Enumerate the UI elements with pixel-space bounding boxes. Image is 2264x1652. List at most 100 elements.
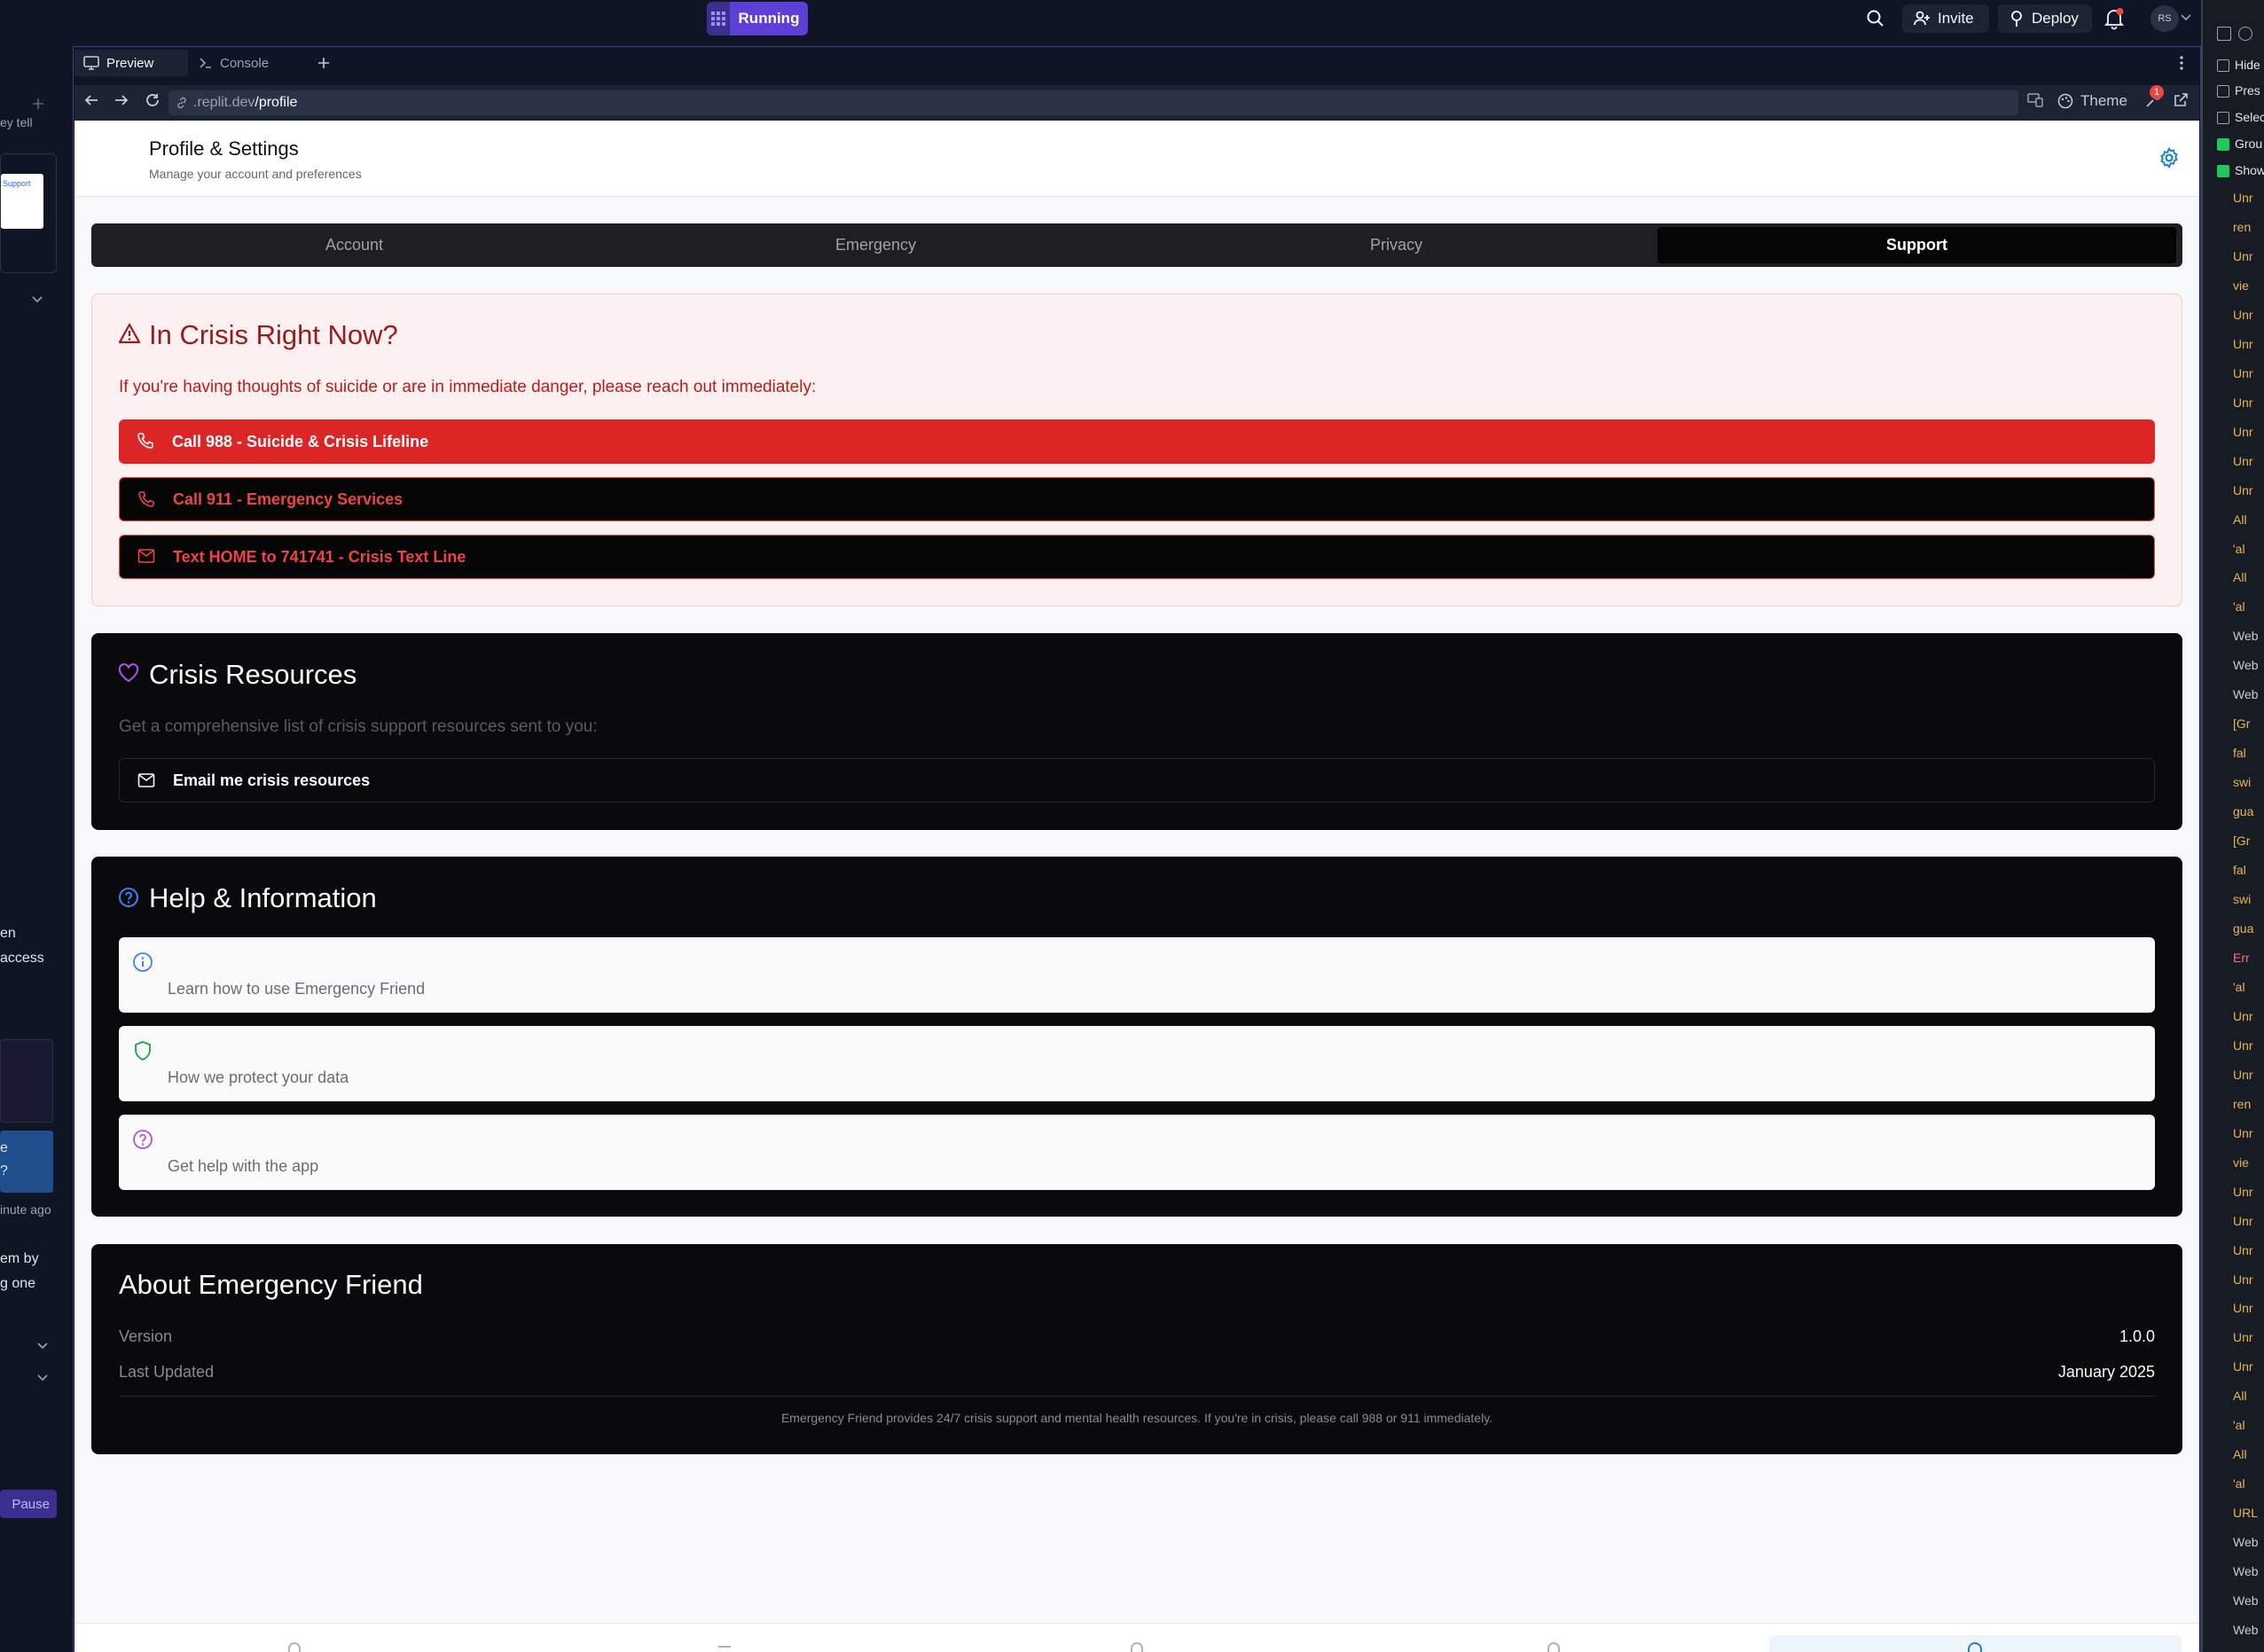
call-911-button[interactable]: Call 911 - Emergency Services bbox=[119, 477, 2155, 521]
page-subtitle: Manage your account and preferences bbox=[149, 167, 362, 181]
help-item-privacy-label: How we protect your data bbox=[168, 1069, 349, 1086]
about-row-updated: Last Updated January 2025 bbox=[119, 1363, 2155, 1382]
option-checkbox[interactable] bbox=[2217, 59, 2229, 72]
url-field[interactable]: .replit.dev/profile bbox=[168, 90, 2018, 115]
option-label: Pres bbox=[2235, 83, 2260, 98]
chat-text-d: g one bbox=[0, 1276, 36, 1291]
notifications-bell-icon[interactable] bbox=[2103, 7, 2125, 30]
back-arrow-icon[interactable] bbox=[83, 93, 99, 107]
tab-preview-label: Preview bbox=[106, 55, 154, 71]
nav-home-icon[interactable] bbox=[288, 1642, 301, 1652]
console-log-line: Unr bbox=[2233, 1301, 2253, 1316]
tab-emergency[interactable]: Emergency bbox=[616, 227, 1135, 263]
option-checkbox[interactable] bbox=[2217, 85, 2229, 98]
mail-icon bbox=[137, 548, 155, 564]
palette-icon bbox=[2057, 93, 2073, 109]
console-log-line: All bbox=[2233, 1447, 2247, 1462]
tab-privacy[interactable]: Privacy bbox=[1137, 227, 1656, 263]
console-log-line: gua bbox=[2233, 804, 2254, 819]
console-log-line: Unr bbox=[2233, 1067, 2253, 1082]
console-log-line: Unr bbox=[2233, 1330, 2253, 1345]
about-version-value: 1.0.0 bbox=[2119, 1327, 2155, 1345]
help-item-support[interactable]: Get help with the app bbox=[119, 1115, 2155, 1190]
email-resources-label: Email me crisis resources bbox=[173, 771, 371, 789]
collapse-chevron-icon[interactable] bbox=[37, 1343, 48, 1350]
console-log-line: Unr bbox=[2233, 191, 2253, 205]
preview-thumbnail: Support bbox=[1, 174, 43, 229]
tab-account[interactable]: Account bbox=[95, 227, 614, 263]
phone-icon bbox=[137, 490, 155, 508]
preview-thumbnail-card[interactable]: Support bbox=[0, 153, 57, 273]
console-log-line: 'al bbox=[2233, 979, 2245, 994]
console-log-line: All bbox=[2233, 512, 2247, 527]
text-crisis-line-label: Text HOME to 741741 - Crisis Text Line bbox=[173, 547, 466, 566]
about-version-key: Version bbox=[119, 1327, 173, 1345]
console-log-line: Web bbox=[2233, 1623, 2259, 1638]
chat-text-c: em by bbox=[0, 1251, 39, 1266]
console-log-line: Unr bbox=[2233, 336, 2253, 351]
open-external-icon[interactable] bbox=[2173, 92, 2189, 108]
settings-gear-icon[interactable] bbox=[2158, 146, 2181, 169]
search-icon[interactable] bbox=[1866, 9, 1885, 28]
tab-console[interactable]: Console bbox=[190, 50, 303, 76]
about-divider bbox=[119, 1396, 2155, 1397]
agent-sidebar bbox=[0, 37, 73, 1652]
help-item-privacy[interactable]: How we protect your data bbox=[119, 1026, 2155, 1101]
call-988-button[interactable]: Call 988 - Suicide & Crisis Lifeline bbox=[119, 419, 2155, 464]
tab-preview[interactable]: Preview bbox=[74, 50, 188, 76]
reload-icon[interactable] bbox=[145, 92, 161, 108]
expand-chevron-icon[interactable] bbox=[32, 296, 43, 303]
nav-tools-icon[interactable] bbox=[1131, 1642, 1143, 1652]
deploy-label: Deploy bbox=[2032, 10, 2079, 27]
collapse-chevron-icon[interactable] bbox=[37, 1374, 48, 1382]
console-log-line: fal bbox=[2233, 746, 2246, 761]
run-grid-icon[interactable] bbox=[707, 2, 730, 35]
nav-chat-icon[interactable] bbox=[1547, 1642, 1560, 1652]
url-path: /profile bbox=[255, 95, 298, 110]
console-log-line: All bbox=[2233, 570, 2247, 585]
url-host: .replit.dev bbox=[193, 95, 255, 110]
chevron-down-icon[interactable] bbox=[2181, 14, 2191, 21]
invite-button[interactable]: Invite bbox=[1902, 4, 1989, 33]
phone-icon bbox=[137, 432, 154, 450]
help-information-title: Help & Information bbox=[149, 882, 377, 913]
plus-icon[interactable] bbox=[32, 98, 44, 110]
help-item-guide[interactable]: Learn how to use Emergency Friend bbox=[119, 937, 2155, 1013]
console-log-line: URL bbox=[2233, 1506, 2259, 1521]
help-circle-icon bbox=[132, 1129, 153, 1150]
console-log-line: Web bbox=[2233, 1535, 2259, 1550]
console-log-line: Unr bbox=[2233, 395, 2253, 410]
more-vertical-icon[interactable] bbox=[2179, 55, 2184, 71]
tab-support[interactable]: Support bbox=[1657, 227, 2176, 263]
console-log-line: 'al bbox=[2233, 541, 2245, 556]
about-footnote: Emergency Friend provides 24/7 crisis su… bbox=[780, 1411, 1493, 1425]
avatar[interactable]: RS bbox=[2150, 5, 2179, 32]
crisis-title: In Crisis Right Now? bbox=[149, 319, 398, 350]
deploy-button[interactable]: Deploy bbox=[1998, 4, 2092, 33]
pause-button[interactable]: Pause bbox=[0, 1490, 57, 1518]
sidebar-toggle-icon[interactable] bbox=[2217, 27, 2231, 41]
console-log: Unr ren Unr vie Unr Unr Unr Unr Unr Unr Unr All 'al A… bbox=[2217, 191, 2264, 1652]
option-checkbox[interactable] bbox=[2217, 112, 2229, 124]
call-988-label: Call 988 - Suicide & Crisis Lifeline bbox=[172, 432, 429, 450]
nav-settings-icon[interactable] bbox=[1968, 1642, 1982, 1652]
screenshot-thumbnail[interactable] bbox=[0, 1039, 53, 1123]
theme-button[interactable]: Theme bbox=[2057, 90, 2127, 113]
running-button[interactable]: Running bbox=[730, 2, 808, 35]
email-resources-button[interactable]: Email me crisis resources bbox=[119, 758, 2155, 803]
console-log-line: ren bbox=[2233, 219, 2252, 234]
call-911-label: Call 911 - Emergency Services bbox=[173, 489, 403, 508]
about-title: About Emergency Friend bbox=[119, 1269, 423, 1300]
forward-arrow-icon[interactable] bbox=[114, 93, 129, 107]
monitor-icon bbox=[83, 56, 99, 70]
option-checkbox[interactable] bbox=[2217, 138, 2229, 151]
add-tab-icon[interactable] bbox=[317, 57, 330, 69]
error-count-badge: 1 bbox=[2150, 85, 2164, 99]
console-log-line: vie bbox=[2233, 1155, 2249, 1170]
nav-emergency-icon[interactable] bbox=[718, 1646, 731, 1652]
console-log-line: Unr bbox=[2233, 453, 2253, 468]
option-checkbox[interactable] bbox=[2217, 165, 2229, 177]
devices-icon[interactable] bbox=[2027, 93, 2043, 107]
clear-console-icon[interactable] bbox=[2238, 27, 2252, 41]
text-crisis-line-button[interactable]: Text HOME to 741741 - Crisis Text Line bbox=[119, 535, 2155, 579]
